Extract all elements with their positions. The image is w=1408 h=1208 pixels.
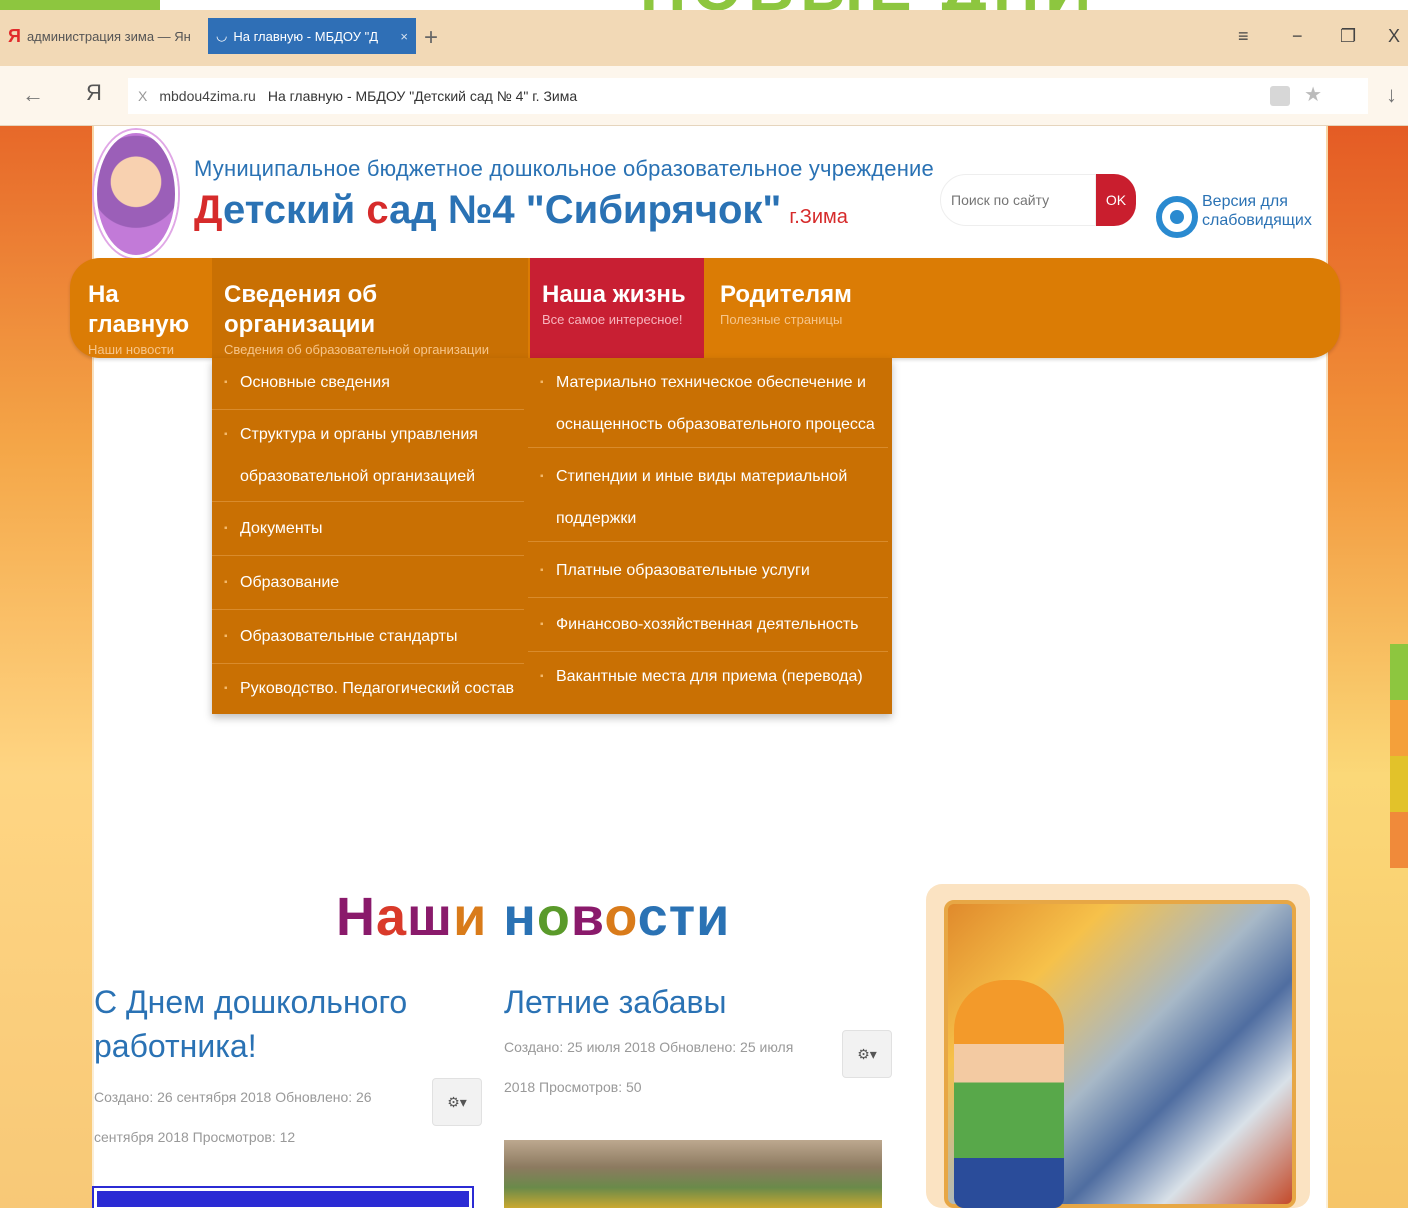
nav-home[interactable]: На главную Наши новости [76,258,212,358]
menu-item-finance[interactable]: Финансово-хозяйственная деятельность [528,604,888,652]
cartoon-boy-image [954,980,1064,1208]
nav-title: Сведения об организации [224,281,378,338]
new-tab-button[interactable]: + [424,24,438,52]
article-meta: 2018 Просмотров: 50 [504,1079,642,1095]
menu-item-vacancies[interactable]: Вакантные места для приема (перевода) [528,656,888,704]
header-subtitle: Муниципальное бюджетное дошкольное образ… [194,156,934,181]
tab-label: администрация зима — Ян [26,28,191,44]
city-label: г.Зима [789,206,848,228]
minimize-icon[interactable]: − [1292,26,1303,47]
bookmark-star-icon[interactable]: ★ [1304,82,1322,107]
nav-our-life[interactable]: Наша жизнь Все самое интересное! [530,258,704,358]
site-title[interactable]: Детский сад №4 "Сибирячок" г.Зима [194,186,848,241]
low-vision-link[interactable]: Версия для слабовидящих [1202,192,1312,230]
loading-icon: ◡ [216,28,228,43]
title-letter: с [366,188,390,232]
menu-item-staff[interactable]: Руководство. Педагогический состав [212,668,524,712]
nav-subtitle: Наши новости [88,342,175,357]
nav-title: Родителям [720,281,852,308]
restore-icon[interactable]: ❐ [1340,26,1356,47]
tab-active[interactable]: ◡ На главную - МБДОУ "Д × [208,18,416,54]
search-input[interactable] [951,192,1091,208]
title-part: ад №4 "Сибирячок" [389,188,782,232]
color-swatch [1390,812,1408,868]
extension-icon[interactable] [1270,86,1290,106]
color-swatch [1390,756,1408,812]
menu-icon[interactable]: ≡ [1238,26,1249,47]
low-vision-line: Версия для [1202,193,1288,210]
menu-item-scholarships[interactable]: Стипендии и иные виды материальной подде… [528,456,888,542]
yandex-home-icon[interactable]: Я [86,80,102,106]
nav-subtitle: Все самое интересное! [542,312,683,327]
heading-letter: н [487,887,537,947]
nav-subtitle: Сведения об образовательной организации [224,342,490,357]
color-swatch [1390,700,1408,756]
menu-item-material-support[interactable]: Материально техническое обеспечение и ос… [528,362,888,448]
download-icon[interactable]: ↓ [1386,82,1397,108]
heading-letter: ш [407,887,454,947]
nav-title: Наша жизнь [542,281,686,308]
menu-item-basic-info[interactable]: Основные сведения [212,362,524,410]
article-thumbnail[interactable] [504,1140,882,1208]
nav-subtitle: Полезные страницы [720,312,843,327]
tab-label: На главную - МБДОУ "Д [233,28,379,44]
search-button[interactable]: OK [1096,174,1136,226]
menu-item-structure[interactable]: Структура и органы управления образовате… [212,414,524,502]
news-heading: Наши новости [336,886,730,948]
url-field[interactable]: X mbdou4zima.ru На главную - МБДОУ "Детс… [128,78,1368,114]
article-title[interactable]: С Днем дошкольного работника! [94,980,414,1068]
url-page-title: На главную - МБДОУ "Детский сад № 4" г. … [267,88,578,104]
address-bar: ← Я X mbdou4zima.ru На главную - МБДОУ "… [0,66,1408,126]
yandex-icon: Я [8,25,21,46]
nav-title: На главную [88,281,190,338]
clear-url-icon[interactable]: X [138,88,147,104]
article-meta: Создано: 26 сентября 2018 Обновлено: 26 [94,1089,372,1105]
title-letter: Д [194,188,223,232]
article-tools-gear-icon[interactable]: ⚙▾ [432,1078,482,1126]
color-swatch [1390,644,1408,700]
back-arrow-icon[interactable]: ← [22,82,44,108]
tab-yandex[interactable]: Я администрация зима — Ян [0,18,202,54]
site-logo[interactable] [94,130,178,258]
heading-letter: о [604,887,638,947]
menu-item-standards[interactable]: Образовательные стандарты [212,616,524,664]
search-box [940,174,1096,226]
title-part: етский [222,188,367,232]
article-title[interactable]: Летние забавы [504,980,726,1024]
heading-letter: в [570,887,605,947]
tab-strip: Я администрация зима — Ян ◡ На главную -… [0,10,1408,66]
heading-letter: а [376,887,408,947]
url-domain: mbdou4zima.ru [159,88,256,104]
heading-letter: о [536,887,571,947]
menu-item-documents[interactable]: Документы [212,508,524,556]
low-vision-line: слабовидящих [1202,212,1312,229]
nav-organization[interactable]: Сведения об организации Сведения об обра… [212,258,528,358]
close-tab-icon[interactable]: × [400,29,408,44]
heading-letter: и [453,887,488,947]
menu-item-paid-services[interactable]: Платные образовательные услуги [528,550,888,598]
eye-icon[interactable] [1156,196,1198,238]
article-thumbnail[interactable] [94,1188,472,1208]
close-window-icon[interactable]: X [1388,26,1400,47]
menu-item-education[interactable]: Образование [212,562,524,610]
article-meta: сентября 2018 Просмотров: 12 [94,1129,296,1145]
article-meta: Создано: 25 июля 2018 Обновлено: 25 июля [504,1039,794,1055]
heading-letter: Н [336,887,376,947]
heading-letter: сти [637,887,731,947]
nav-parents[interactable]: Родителям Полезные страницы [708,258,898,358]
article-tools-gear-icon[interactable]: ⚙▾ [842,1030,892,1078]
